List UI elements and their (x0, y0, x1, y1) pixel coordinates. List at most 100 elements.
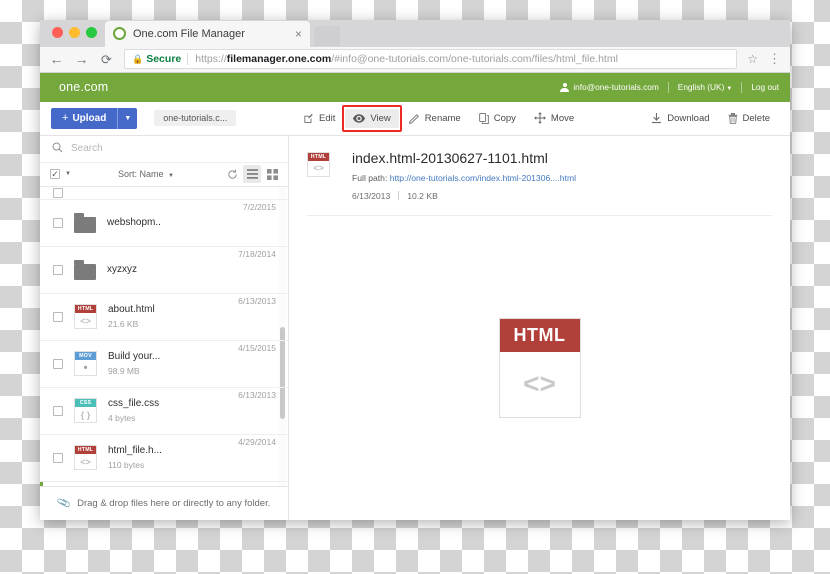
domain-breadcrumb[interactable]: one-tutorials.c... (154, 110, 237, 127)
upload-dropdown-chevron-down-icon[interactable]: ▼ (117, 107, 137, 129)
delete-button[interactable]: Delete (720, 109, 778, 128)
detail-file-title: index.html-20130627-1101.html (352, 149, 548, 166)
lock-icon: 🔒 (132, 53, 144, 64)
file-size: 21.6 KB (108, 319, 139, 330)
select-all-control[interactable]: ▼ (50, 169, 71, 180)
file-size: 110 bytes (108, 460, 145, 471)
file-type-badge: HTML (75, 446, 96, 455)
omnibox-divider (187, 53, 189, 66)
download-button[interactable]: Download (643, 109, 717, 128)
refresh-icon[interactable] (223, 165, 241, 183)
file-checkbox[interactable] (53, 264, 63, 275)
upload-button[interactable]: + Upload ▼ (51, 107, 138, 129)
back-icon[interactable]: ← (49, 52, 64, 66)
reload-icon[interactable]: ⟳ (99, 53, 114, 66)
minimize-window-button[interactable] (69, 26, 80, 38)
file-list-item[interactable]: MOV • Build your... 98.9 MB 4/15/2015 (40, 341, 288, 388)
file-name: html_file.h... (108, 445, 162, 457)
maximize-window-button[interactable] (86, 26, 97, 38)
view-button[interactable]: View (345, 108, 399, 128)
browser-menu-icon[interactable]: ⋮ (768, 51, 781, 67)
file-preview-area: HTML <> (307, 216, 772, 520)
address-bar[interactable]: 🔒 Secure https://filemanager.one.com/#in… (124, 49, 738, 70)
detail-full-path: Full path: http://one-tutorials.com/inde… (352, 173, 576, 183)
bookmark-star-icon[interactable]: ☆ (747, 52, 758, 66)
file-type-glyph-icon: • (83, 361, 88, 374)
html-file-icon: HTML <> (307, 151, 330, 177)
file-checkbox[interactable] (53, 217, 63, 228)
file-type-glyph-icon: <> (80, 456, 91, 467)
drag-drop-label: Drag & drop files here or directly to an… (77, 497, 271, 509)
chevron-down-icon[interactable]: ▼ (65, 171, 71, 177)
drag-drop-zone[interactable]: 📎 Drag & drop files here or directly to … (40, 485, 288, 520)
file-name: css_file.css (108, 398, 160, 410)
move-button[interactable]: Move (526, 108, 582, 128)
html-file-icon: HTML <> (74, 304, 97, 330)
plus-icon: + (62, 112, 69, 125)
list-view-icon[interactable] (243, 165, 261, 184)
search-row (40, 136, 288, 163)
file-list-item[interactable]: webshopm.. 7/2/2015 (40, 200, 288, 247)
toolbar-left: + Upload ▼ one-tutorials.c... (40, 107, 289, 129)
file-name: webshopm.. (107, 217, 161, 229)
close-icon[interactable]: × (295, 28, 302, 40)
file-list[interactable]: webshopm.. 7/2/2015 xyzxyz 7/18/2014 HTML <> a… (40, 186, 288, 486)
browser-tab[interactable]: One.com File Manager × (105, 20, 310, 47)
language-label: English (UK) (677, 82, 725, 93)
detail-file-stats: 6/13/2013 10.2 KB (352, 191, 576, 201)
file-date: 7/2/2015 (242, 201, 276, 212)
file-list-item[interactable]: image.jpg1.7 MB6/13/2013 (40, 481, 288, 486)
app-header-right: info@one-tutorials.com English (UK) ▼ Log… (560, 81, 779, 93)
file-checkbox[interactable] (53, 187, 63, 198)
view-controls (223, 165, 281, 184)
rename-button[interactable]: Rename (401, 109, 469, 128)
file-meta: html_file.h... 110 bytes (108, 445, 230, 470)
logout-button[interactable]: Log out (751, 82, 779, 92)
new-tab-button[interactable] (314, 25, 340, 46)
detail-meta: index.html-20130627-1101.html Full path:… (352, 150, 576, 201)
select-all-checkbox[interactable] (50, 169, 60, 180)
edit-pencil-square-icon (303, 113, 314, 124)
file-list-item[interactable]: xyzxyz 7/18/2014 (40, 247, 288, 294)
file-list-item[interactable]: HTML <> about.html 21.6 KB 6/13/2013 (40, 294, 288, 341)
file-list-item[interactable]: CSS{ } css_file.css 4 bytes 6/13/2013 (40, 388, 288, 435)
file-date: 4/29/2014 (238, 436, 276, 447)
file-type-badge: MOV (75, 352, 96, 361)
copy-button[interactable]: Copy (471, 109, 524, 128)
file-checkbox[interactable] (53, 405, 63, 416)
file-size: 4 bytes (108, 413, 136, 424)
full-path-link[interactable]: http://one-tutorials.com/index.html-2013… (390, 173, 576, 183)
file-list-item[interactable] (40, 187, 288, 200)
edit-button[interactable]: Edit (295, 109, 343, 128)
search-input[interactable] (71, 143, 276, 155)
file-checkbox[interactable] (53, 311, 63, 322)
file-list-item[interactable]: HTML <> html_file.h... 110 bytes 4/29/2014 (40, 435, 288, 482)
account-menu[interactable]: info@one-tutorials.com (560, 82, 659, 93)
file-type-glyph-icon: <> (80, 315, 91, 326)
view-label: View (370, 112, 391, 124)
language-selector[interactable]: English (UK) ▼ (678, 82, 733, 92)
rename-label: Rename (424, 112, 461, 124)
chevron-down-icon: ▼ (167, 173, 174, 180)
edit-label: Edit (319, 112, 336, 124)
toolbar-right: Edit View Rename Copy Move Download Dele… (289, 108, 790, 128)
url-scheme: https:// (195, 53, 227, 66)
preview-html-file-icon: HTML <> (498, 317, 581, 418)
file-type-badge: HTML (75, 305, 96, 314)
pencil-icon (408, 113, 420, 124)
close-window-button[interactable] (52, 26, 63, 38)
sort-dropdown[interactable]: Sort: Name ▼ (118, 169, 174, 179)
browser-omnibox-row: ← → ⟳ 🔒 Secure https://filemanager.one.c… (40, 46, 790, 73)
file-checkbox[interactable] (53, 358, 63, 369)
forward-icon[interactable]: → (74, 52, 89, 66)
code-glyph-icon: <> (313, 163, 324, 174)
grid-view-icon[interactable] (263, 165, 281, 183)
file-meta: about.html 21.6 KB (108, 304, 230, 329)
delete-label: Delete (742, 112, 770, 124)
file-name: about.html (108, 304, 155, 316)
move-label: Move (550, 112, 575, 124)
file-meta: xyzxyz (107, 264, 230, 275)
user-avatar-icon (560, 82, 570, 93)
file-meta: css_file.css 4 bytes (108, 398, 230, 423)
file-checkbox[interactable] (53, 452, 63, 463)
